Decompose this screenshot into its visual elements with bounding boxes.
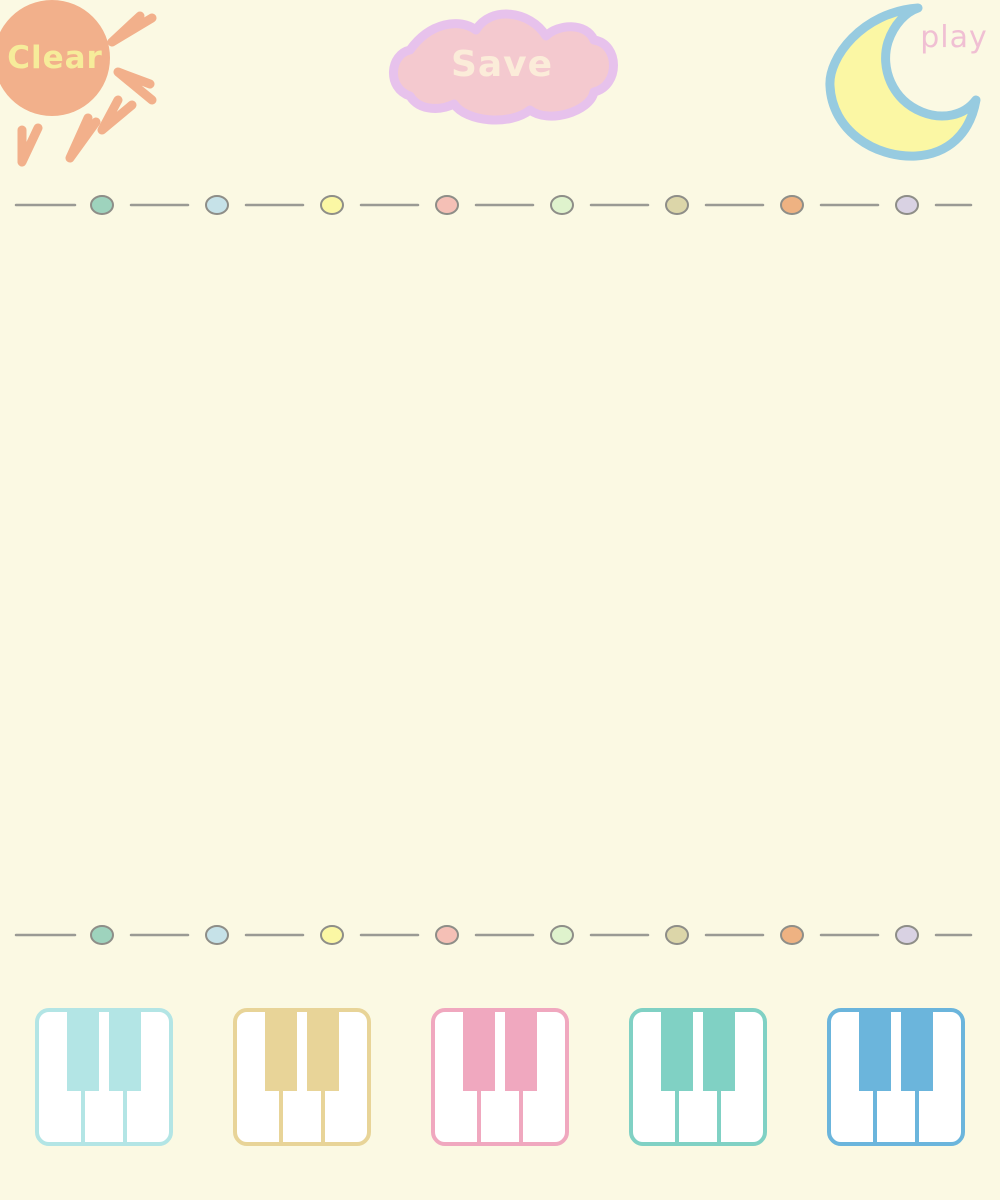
save-button[interactable]: Save	[380, 0, 625, 132]
timeline-dot-5[interactable]	[550, 925, 574, 945]
timeline-dot-6[interactable]	[665, 925, 689, 945]
timeline-bottom-track	[14, 925, 973, 945]
timeline-dot-1[interactable]	[90, 925, 114, 945]
piano-icon	[431, 1008, 569, 1146]
timeline-dot-2[interactable]	[205, 925, 229, 945]
timeline-dot-4[interactable]	[435, 195, 459, 215]
save-label: Save	[450, 44, 554, 85]
piano-icon	[629, 1008, 767, 1146]
timeline-dot-4[interactable]	[435, 925, 459, 945]
clear-label: Clear	[7, 40, 103, 76]
piano-pink-button[interactable]	[431, 1008, 569, 1146]
timeline-dot-8[interactable]	[895, 195, 919, 215]
timeline-dot-5[interactable]	[550, 195, 574, 215]
timeline-dot-3[interactable]	[320, 195, 344, 215]
timeline-bottom	[0, 920, 1000, 950]
timeline-top	[0, 190, 1000, 220]
piano-blue-button[interactable]	[827, 1008, 965, 1146]
piano-cyan-button[interactable]	[35, 1008, 173, 1146]
timeline-dot-1[interactable]	[90, 195, 114, 215]
timeline-top-track	[14, 195, 973, 215]
play-label: play	[920, 20, 988, 55]
piano-gold-button[interactable]	[233, 1008, 371, 1146]
play-button[interactable]: play	[820, 0, 1000, 165]
piano-teal-button[interactable]	[629, 1008, 767, 1146]
timeline-dot-6[interactable]	[665, 195, 689, 215]
clear-button[interactable]: Clear	[0, 0, 165, 175]
composition-area[interactable]	[0, 220, 1000, 920]
timeline-dot-7[interactable]	[780, 925, 804, 945]
timeline-dot-2[interactable]	[205, 195, 229, 215]
timeline-dot-7[interactable]	[780, 195, 804, 215]
piano-icon	[827, 1008, 965, 1146]
piano-icon	[35, 1008, 173, 1146]
sun-icon	[0, 0, 157, 167]
timeline-dot-8[interactable]	[895, 925, 919, 945]
timeline-dot-3[interactable]	[320, 925, 344, 945]
piano-icon	[233, 1008, 371, 1146]
